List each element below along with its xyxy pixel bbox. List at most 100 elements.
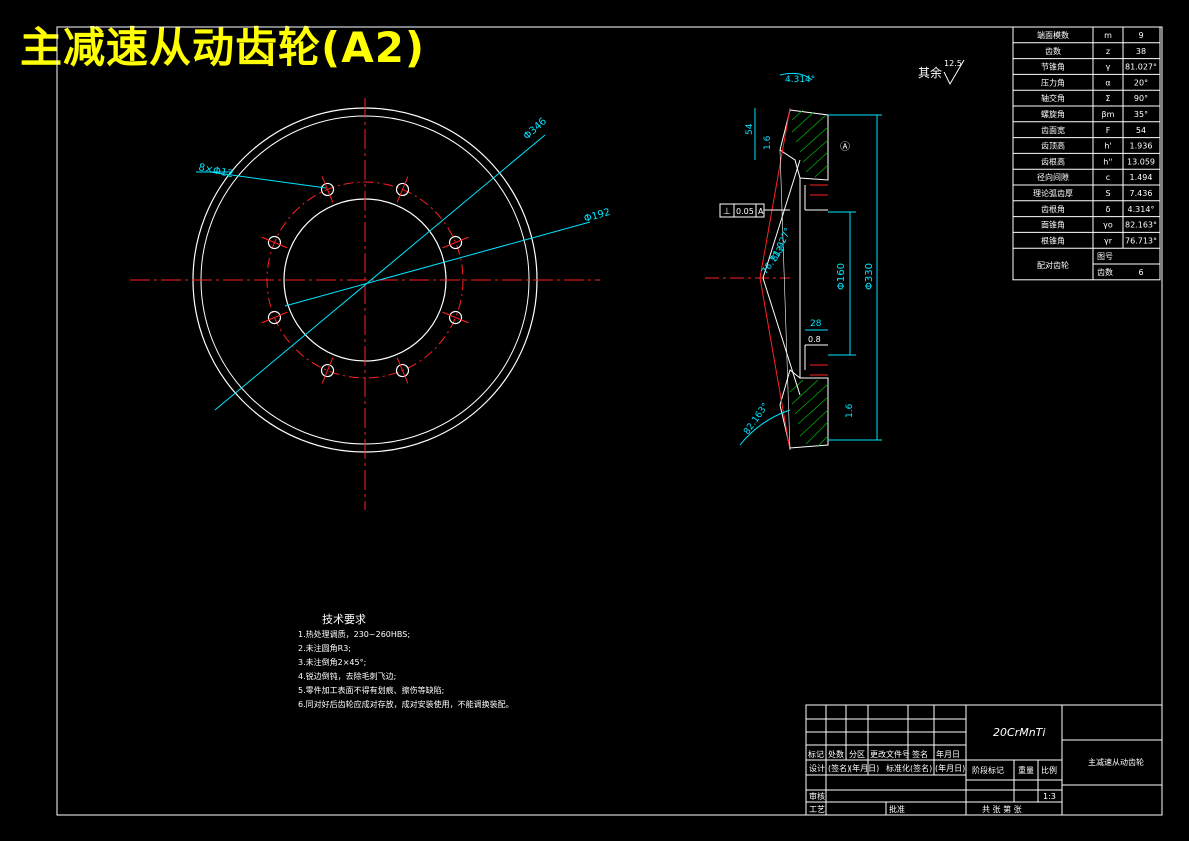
param-name: 轴交角 <box>1041 93 1065 103</box>
svg-text:分区: 分区 <box>849 750 865 759</box>
svg-text:⊥: ⊥ <box>723 207 731 217</box>
d192-dim: Φ192 <box>583 207 612 225</box>
param-sym: δ <box>1106 205 1111 214</box>
param-sym: c <box>1106 173 1110 182</box>
svg-text:工艺: 工艺 <box>809 805 825 814</box>
bolt-hole-centerline <box>396 357 409 384</box>
param-sym: F <box>1106 126 1111 135</box>
svg-text:(签名): (签名) <box>910 763 932 773</box>
svg-text:(年月日): (年月日) <box>849 763 879 773</box>
mating-row2: 齿数 <box>1097 267 1113 277</box>
param-val: 90° <box>1134 94 1148 103</box>
param-val: 76.713° <box>1125 236 1157 245</box>
tech-item-1: 1.热处理调质，230~260HBS; <box>298 629 410 639</box>
param-sym: h'' <box>1103 157 1112 166</box>
bolt-hole-centerline <box>442 236 469 249</box>
param-name: 径向间隙 <box>1037 172 1069 182</box>
d346-leader <box>214 134 546 411</box>
drawing-border <box>56 26 1163 816</box>
svg-text:处数: 处数 <box>828 749 844 759</box>
param-name: 齿顶高 <box>1041 141 1065 151</box>
drawing-canvas: 8×Φ12 Φ346 Φ192 Φ160 Φ330 54 1.6 4.314° … <box>56 26 1163 816</box>
dim28: 28 <box>810 319 822 329</box>
param-sym: m <box>1104 31 1112 40</box>
svg-text:批准: 批准 <box>889 804 905 814</box>
svg-text:1:3: 1:3 <box>1043 792 1056 801</box>
d330-dim: Φ330 <box>864 263 875 290</box>
svg-text:年月日: 年月日 <box>936 749 960 759</box>
svg-text:标记: 标记 <box>808 749 824 759</box>
svg-text:设计: 设计 <box>809 763 825 773</box>
param-val: 1.936 <box>1130 142 1153 151</box>
gdt-frame: ⊥ 0.05 A <box>719 203 790 218</box>
svg-text:重量: 重量 <box>1018 765 1034 775</box>
svg-text:签名: 签名 <box>912 749 928 759</box>
param-val: 7.436 <box>1130 189 1153 198</box>
param-sym: S <box>1105 189 1110 198</box>
tech-item-4: 4.锐边倒钝，去除毛刺飞边; <box>298 671 396 681</box>
title-block-text: 20CrMnTi 主减速从动齿轮 标记 处数 分区 更改文件号 签名 年月日 设… <box>808 726 1144 814</box>
rough-1-6-b: 1.6 <box>845 403 855 418</box>
param-val: 13.059 <box>1127 157 1155 166</box>
param-val: 9 <box>1138 31 1143 40</box>
bolt-hole-centerline <box>261 236 288 249</box>
bolt-hole-centerline <box>321 176 334 203</box>
tech-item-5: 5.零件加工表面不得有划痕、擦伤等缺陷; <box>298 685 444 695</box>
param-sym: Σ <box>1105 94 1110 103</box>
technical-requirements: 技术要求 1.热处理调质，230~260HBS; 2.未注圆角R3; 3.未注倒… <box>298 613 514 709</box>
param-name: 节锥角 <box>1041 62 1065 72</box>
material: 20CrMnTi <box>993 726 1045 739</box>
angle-bot: 82.163° <box>742 401 771 436</box>
param-sym: z <box>1106 47 1110 56</box>
param-name: 齿根高 <box>1041 156 1065 166</box>
parameter-table: 端面模数 m 9 齿数 z 38 节锥角 γ 81.027° 压力角 α 20° 轴交角 Σ 90° 螺旋角 β… <box>1012 26 1161 281</box>
holes-dim: 8×Φ12 <box>197 162 234 180</box>
param-val: 82.163° <box>1125 221 1157 230</box>
mating-label: 配对齿轮 <box>1037 260 1069 270</box>
svg-text:更改文件号: 更改文件号 <box>870 749 910 759</box>
param-name: 齿数 <box>1045 46 1061 56</box>
svg-text:阶段标记: 阶段标记 <box>972 765 1004 775</box>
svg-text:其余: 其余 <box>918 65 942 80</box>
svg-text:A: A <box>758 207 764 216</box>
param-val: 38 <box>1136 47 1146 56</box>
gear-body-top <box>779 109 829 181</box>
param-name: 理论弧齿厚 <box>1033 188 1073 198</box>
param-name: 齿根角 <box>1041 204 1065 214</box>
param-sym: γ <box>1106 63 1111 72</box>
param-val: 20° <box>1134 78 1148 87</box>
d192-leader <box>284 221 591 307</box>
bolt-hole-centerline <box>442 311 469 324</box>
rough-1-6: 1.6 <box>763 135 773 150</box>
angle-top: 4.314° <box>785 75 815 85</box>
param-name: 螺旋角 <box>1041 109 1065 119</box>
param-val: 54 <box>1136 126 1146 135</box>
part-name: 主减速从动齿轮 <box>1088 757 1144 767</box>
d160-dim: Φ160 <box>836 263 847 290</box>
bolt-hole-centerline <box>396 176 409 203</box>
param-name: 端面模数 <box>1037 30 1069 40</box>
param-val: 35° <box>1134 110 1148 119</box>
param-sym: γo <box>1103 221 1113 230</box>
svg-text:标准化: 标准化 <box>886 763 910 773</box>
d346-dim: Φ346 <box>522 116 549 142</box>
svg-text:共 张 第 张: 共 张 第 张 <box>982 804 1022 814</box>
param-name: 面锥角 <box>1041 220 1065 230</box>
mating-row1: 图号 <box>1097 252 1113 261</box>
section-view: Φ160 Φ330 54 1.6 4.314° Ⓐ ⊥ 0.05 A 81.02… <box>705 72 882 451</box>
dim54: 54 <box>745 123 755 135</box>
bolt-hole-centerline <box>321 357 334 384</box>
roughness-note: 其余 12.5 <box>918 59 965 86</box>
svg-text:(签名): (签名) <box>828 763 850 773</box>
param-sym: γr <box>1104 236 1113 245</box>
param-sym: α <box>1105 78 1110 87</box>
tech-heading: 技术要求 <box>322 613 366 626</box>
svg-text:0.05: 0.05 <box>736 207 754 216</box>
param-val: 81.027° <box>1125 63 1157 72</box>
bolt-hole-centerline <box>261 311 288 324</box>
tech-item-3: 3.未注倒角2×45°; <box>298 657 366 667</box>
param-name: 根锥角 <box>1041 235 1065 245</box>
front-view: 8×Φ12 Φ346 Φ192 <box>130 98 612 510</box>
tech-item-6: 6.同对好后齿轮应成对存放，成对安装使用，不能调换装配。 <box>298 699 514 709</box>
svg-text:审核: 审核 <box>809 791 825 801</box>
